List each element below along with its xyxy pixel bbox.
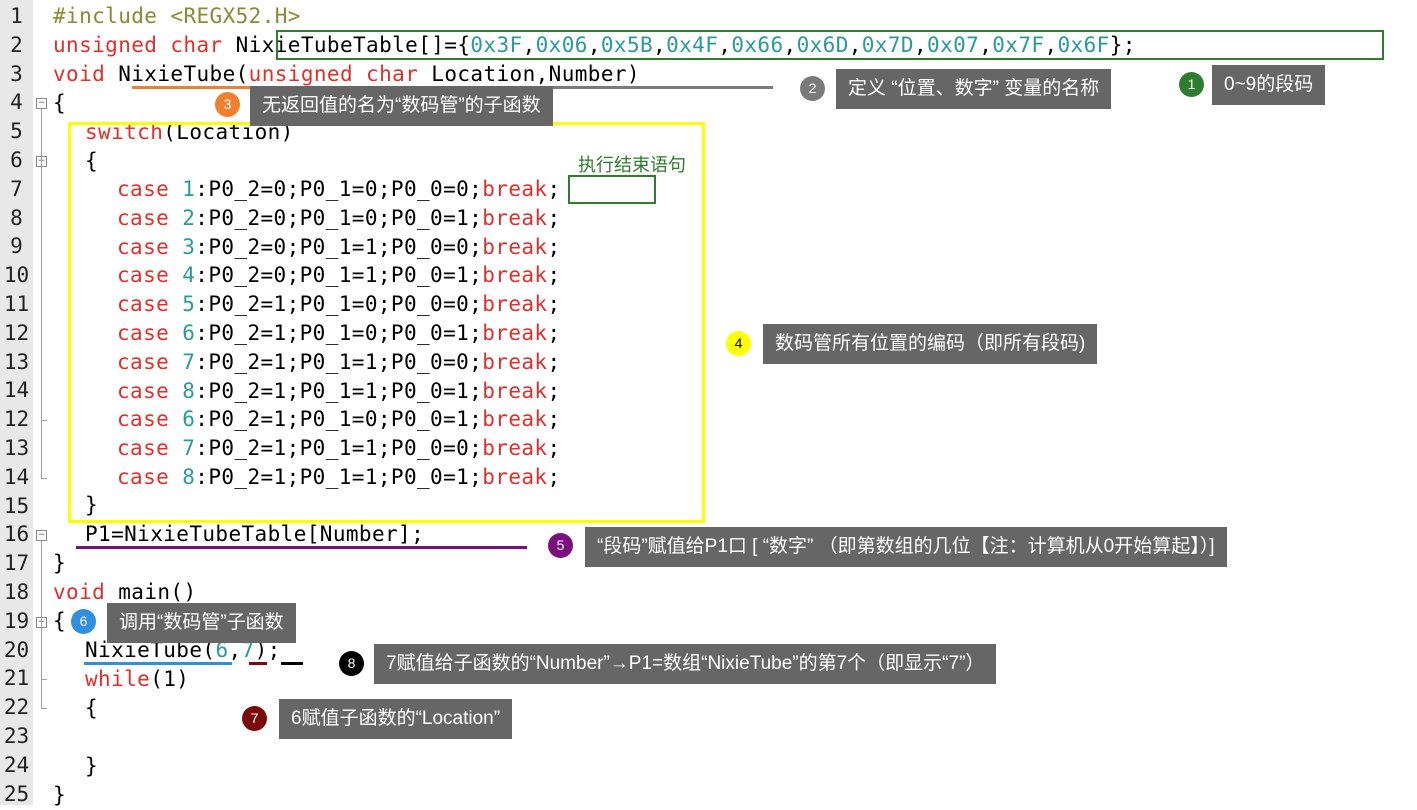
line-number: 13 <box>3 436 30 460</box>
line-number: 7 <box>10 176 23 201</box>
annotation-badge-6: 6 <box>71 609 96 634</box>
fold-guide <box>41 541 42 709</box>
line-number: 2 <box>10 32 23 57</box>
annotation-7: 6赋值子函数的“Location” <box>279 699 513 739</box>
paren: ( <box>235 62 249 86</box>
line-number: 8 <box>10 205 23 230</box>
code-line-3: void NixieTube(unsigned char Location,Nu… <box>53 60 640 89</box>
params-underline <box>524 86 773 89</box>
line-number: 22 <box>3 695 30 720</box>
code-line-while-close: } <box>85 752 98 781</box>
line-number: 20 <box>3 637 30 662</box>
fold-toggle-icon[interactable]: − <box>36 98 47 110</box>
line-number: 25 <box>3 781 30 806</box>
brace: { <box>53 91 67 115</box>
line-number: 9 <box>10 234 23 259</box>
keyword-void: void <box>53 62 106 86</box>
line-number: 11 <box>3 292 30 316</box>
annotation-2: 定义 “位置、数字” 变量的名称 <box>836 69 1112 109</box>
brace: { <box>85 696 99 720</box>
keyword-while: while <box>85 667 151 691</box>
p1-underline <box>76 546 527 549</box>
line-number: 21 <box>3 666 30 691</box>
line-number: 10 <box>3 263 30 288</box>
fold-guide-end <box>41 679 47 681</box>
code-line-main-close: } <box>53 781 66 810</box>
line-number: 1 <box>10 4 23 28</box>
annotation-badge-8: 8 <box>339 651 364 676</box>
line-number: 18 <box>3 580 30 604</box>
line-number: 14 <box>3 464 30 489</box>
array-highlight-box <box>276 30 1384 60</box>
brace: } <box>53 783 67 807</box>
main-function: main() <box>118 580 197 604</box>
line-number: 5 <box>10 119 23 144</box>
code-line-main-open: { <box>53 607 66 636</box>
keyword-void: void <box>53 580 106 604</box>
brace: { <box>53 609 67 633</box>
fold-guide-end <box>41 420 47 422</box>
break-annotation-label: 执行结束语句 <box>578 155 686 175</box>
line-number: 17 <box>3 551 30 576</box>
fold-guide <box>41 627 42 680</box>
fold-guide <box>41 167 42 421</box>
call-name-underline <box>84 662 232 665</box>
while-arg: (1) <box>150 667 190 691</box>
line-number: 14 <box>3 378 30 403</box>
annotation-badge-2: 2 <box>800 76 825 101</box>
param-type: unsigned char <box>248 62 419 86</box>
function-name: NixieTube <box>118 62 236 86</box>
code-line-func-close: } <box>53 549 66 578</box>
arg1-underline <box>249 662 267 665</box>
line-number: 23 <box>3 724 30 748</box>
line-number-gutter: 1 2 3 4 5 6 7 8 9 10 11 12 13 14 12 13 14 15 16 17 18 19 20 21 2… <box>0 0 33 806</box>
param-location: Location, <box>431 62 549 86</box>
param-number: Number) <box>548 62 640 86</box>
line-number: 16 <box>3 522 30 547</box>
brace: } <box>53 551 67 575</box>
line-number: 4 <box>10 90 23 115</box>
line-number: 12 <box>3 320 30 345</box>
include-directive: #include <box>53 4 158 28</box>
switch-highlight-box <box>68 122 705 523</box>
arg2-underline <box>281 662 303 665</box>
annotation-badge-1: 1 <box>1179 72 1204 97</box>
annotation-1: 0~9的段码 <box>1212 65 1326 105</box>
fold-toggle-icon[interactable]: − <box>36 530 47 542</box>
annotation-3: 无返回值的名为“数码管”的子函数 <box>250 86 553 126</box>
code-line-while-open: { <box>85 694 98 723</box>
code-line-4: { <box>53 89 66 118</box>
code-line-1: #include <REGX52.H> <box>53 2 301 31</box>
fold-guide-end <box>41 477 47 479</box>
type-unsigned-char: unsigned char <box>53 33 223 57</box>
include-header: <REGX52.H> <box>170 4 301 28</box>
annotation-6: 调用“数码管”子函数 <box>107 603 296 643</box>
brace: } <box>85 754 99 778</box>
fold-guide-end <box>41 708 47 710</box>
annotation-badge-5: 5 <box>548 533 573 558</box>
annotation-5: “段码”赋值给P1口 [ “数字” （即第数组的几位【注：计算机从0开始算起】）… <box>585 527 1227 567</box>
annotation-badge-4: 4 <box>726 331 751 356</box>
annotation-4: 数码管所有位置的编码（即所有段码) <box>763 324 1098 364</box>
line-number: 6 <box>10 148 23 172</box>
code-line-p1: P1=NixieTubeTable[Number]; <box>85 520 424 549</box>
line-number: 13 <box>3 349 30 374</box>
line-number: 19 <box>3 608 30 633</box>
code-line-while: while(1) <box>85 665 189 694</box>
line-number: 15 <box>3 493 30 518</box>
annotation-badge-7: 7 <box>242 706 267 731</box>
annotation-8: 7赋值给子函数的“Number”→P1=数组“NixieTube”的第7个（即显… <box>374 644 997 684</box>
annotation-badge-3: 3 <box>215 92 240 117</box>
line-number: 12 <box>3 407 30 432</box>
line-number: 3 <box>10 61 23 86</box>
line-number: 24 <box>3 752 30 777</box>
p1-assignment: P1=NixieTubeTable[Number]; <box>85 522 425 546</box>
